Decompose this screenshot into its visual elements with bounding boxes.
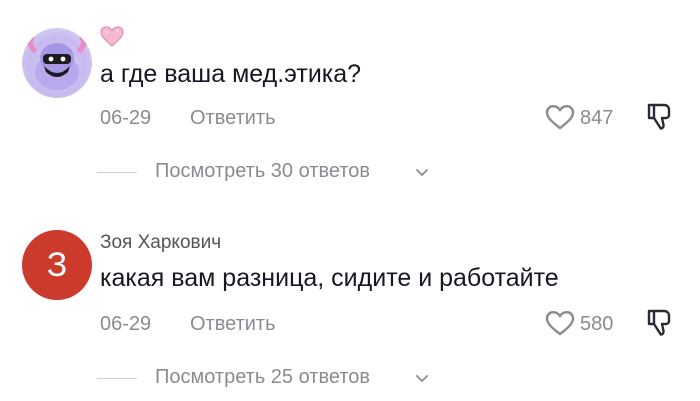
reply-button[interactable]: Ответить [190,313,276,336]
divider [97,172,137,173]
comment-author[interactable]: Зоя Харкович [100,232,221,254]
view-replies-button[interactable]: Посмотреть 25 ответов [155,366,370,389]
comment-text: а где ваша мед.этика? [100,60,362,88]
pink-heart-icon [100,26,124,47]
comment-date: 06-29 [100,313,152,335]
like-count: 847 [580,107,614,129]
reply-button[interactable]: Ответить [190,107,276,130]
comment-text: какая вам разница, сидите и работайте [100,264,559,292]
heart-outline-icon[interactable] [544,309,576,337]
avatar[interactable] [22,28,92,98]
avatar-character-icon [27,35,87,90]
view-replies-row[interactable]: Посмотреть 30 ответов [0,158,700,188]
thumbs-down-icon[interactable] [644,307,674,337]
thumbs-down-icon[interactable] [644,101,674,131]
like-count: 580 [580,313,614,335]
view-replies-button[interactable]: Посмотреть 30 ответов [155,160,370,183]
heart-outline-icon[interactable] [544,103,576,131]
view-replies-row[interactable]: Посмотреть 25 ответов [0,364,700,394]
avatar-letter: З [46,245,68,284]
chevron-down-icon [416,375,428,382]
avatar[interactable]: З [22,230,92,300]
chevron-down-icon [416,169,428,176]
divider [97,378,137,379]
comment-date: 06-29 [100,107,152,129]
